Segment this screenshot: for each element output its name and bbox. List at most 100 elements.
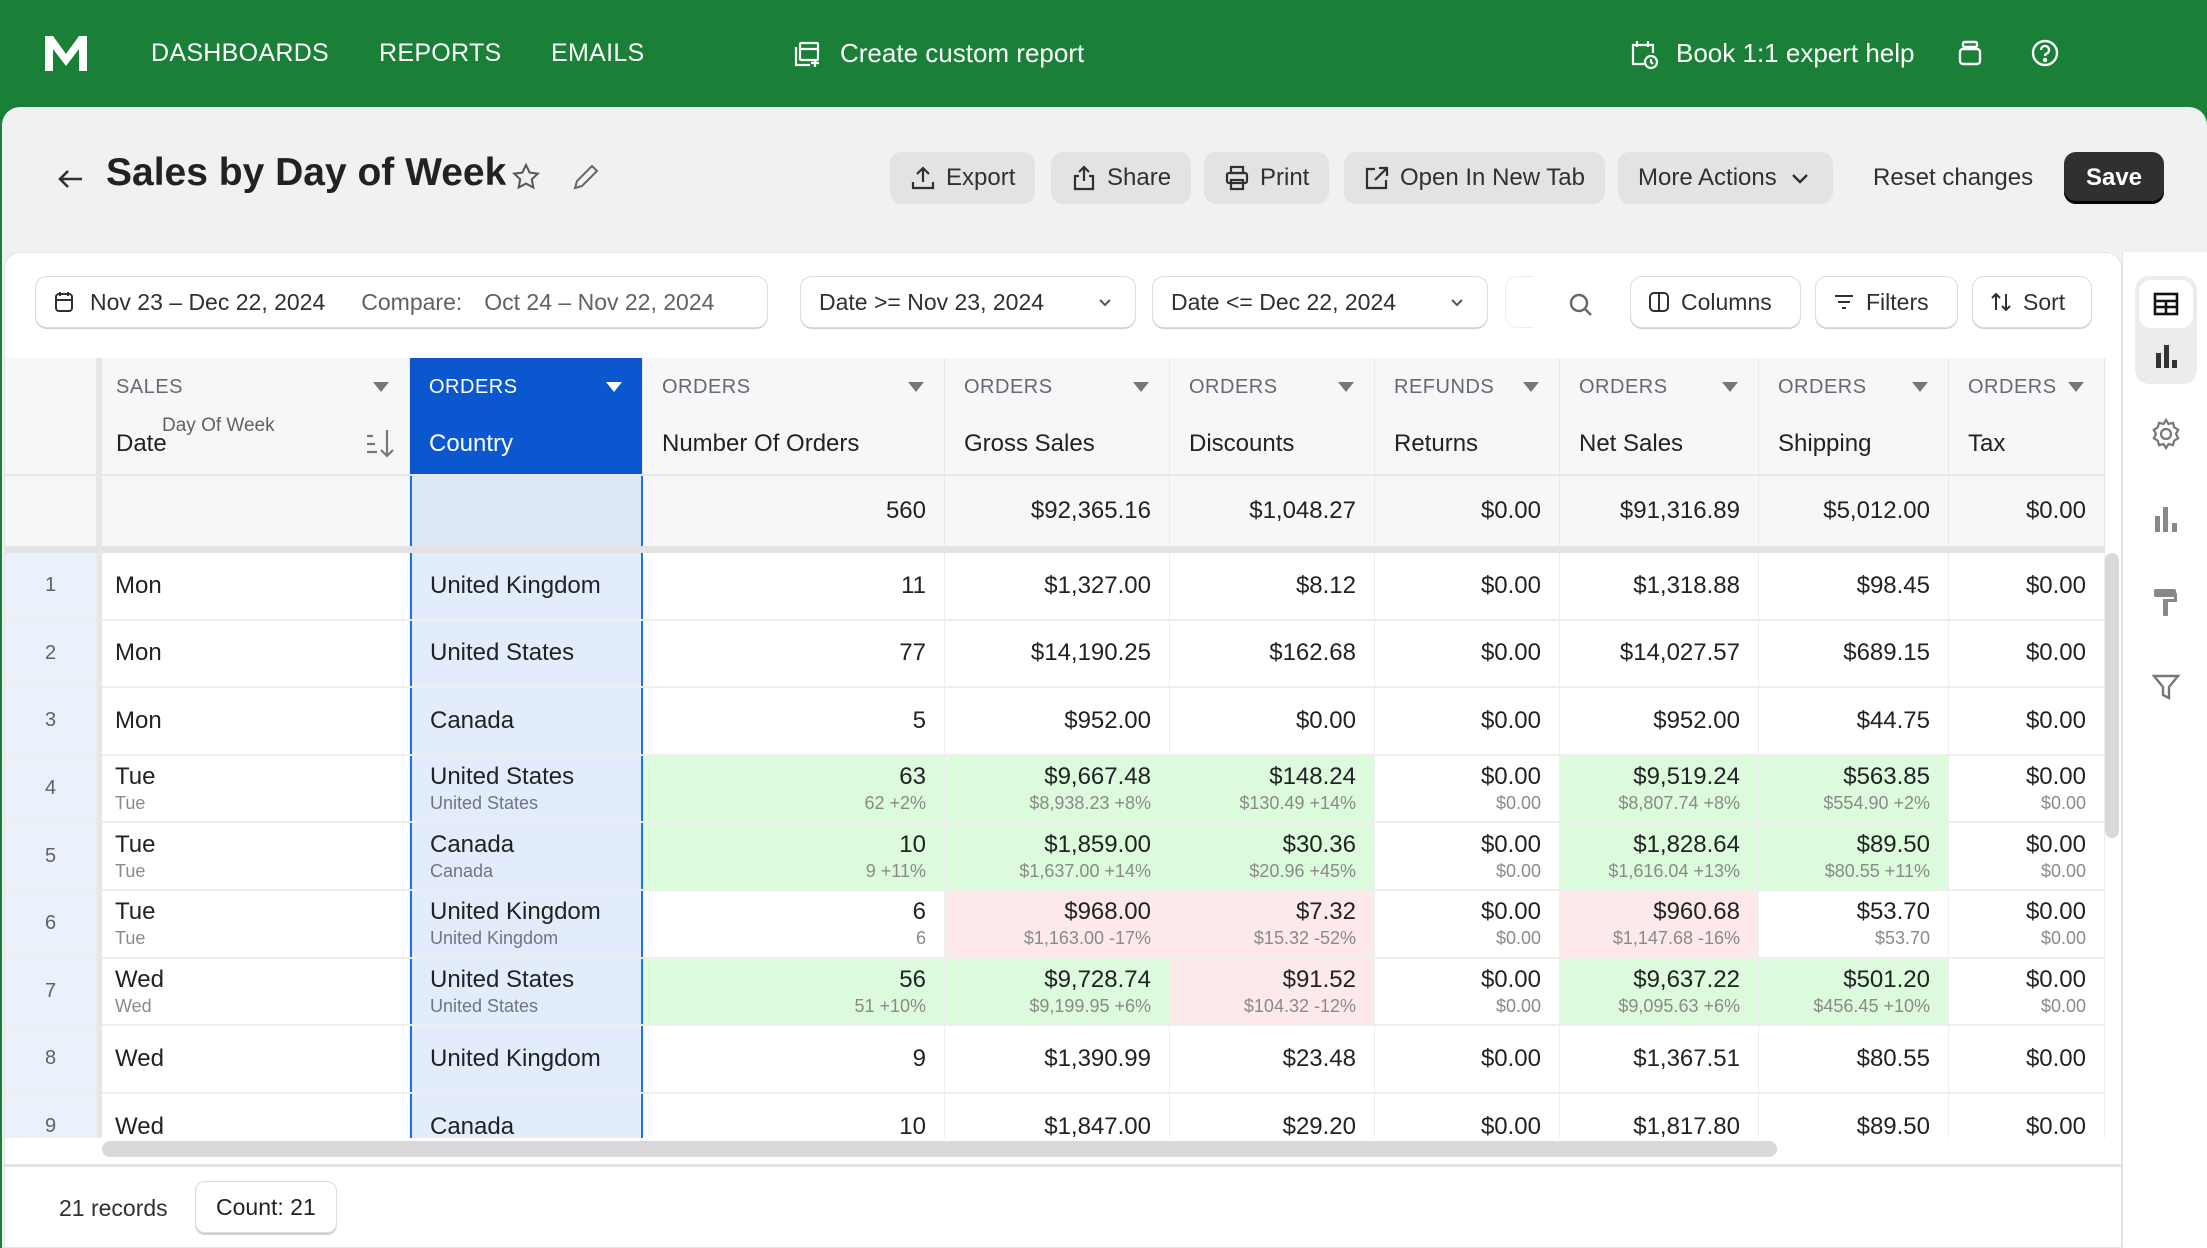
pencil-icon[interactable] (570, 161, 602, 193)
table-cell[interactable]: 11 (643, 553, 945, 619)
table-cell[interactable]: $1,367.51 (1560, 1026, 1759, 1092)
table-cell[interactable]: United States United States (410, 755, 643, 822)
table-cell[interactable]: $1,859.00 $1,637.00 +14% (945, 823, 1170, 889)
table-view-button[interactable] (2139, 280, 2193, 328)
table-cell[interactable]: $0.00 (1949, 553, 2105, 619)
table-cell[interactable]: $0.00 $0.00 (1375, 958, 1560, 1025)
table-cell[interactable]: $0.00 (1949, 688, 2105, 754)
table-cell[interactable]: Mon (97, 688, 410, 754)
table-cell[interactable]: $148.24 $130.49 +14% (1170, 755, 1375, 822)
table-cell[interactable]: Tue Tue (97, 823, 410, 889)
column-header-net-sales[interactable]: ORDERS Net Sales (1560, 358, 1759, 476)
date-from-filter[interactable]: Date >= Nov 23, 2024 (800, 276, 1136, 328)
table-cell[interactable]: $0.00 (1375, 1026, 1560, 1092)
table-cell[interactable]: $1,318.88 (1560, 553, 1759, 619)
table-row[interactable]: 3 Mon Canada 5 $952.00 $0.00 $0.00 $952.00 $44.7… (5, 688, 2105, 756)
table-cell[interactable]: $1,390.99 (945, 1026, 1170, 1092)
export-button[interactable]: Export (890, 152, 1036, 204)
chart-settings-icon[interactable] (2149, 502, 2183, 536)
table-cell[interactable]: Mon (97, 553, 410, 619)
table-cell[interactable]: 77 (643, 620, 945, 687)
date-range-picker[interactable]: Nov 23 – Dec 22, 2024 Compare: Oct 24 – … (35, 276, 768, 328)
column-header-discounts[interactable]: ORDERS Discounts (1170, 358, 1375, 476)
table-cell[interactable]: United Kingdom (410, 1026, 643, 1092)
table-cell[interactable]: $689.15 (1759, 620, 1949, 687)
back-arrow-icon[interactable] (54, 162, 88, 196)
table-row[interactable]: 6 Tue Tue United Kingdom United Kingdom 6 6 $96… (5, 891, 2105, 959)
table-cell[interactable]: United States United States (410, 958, 643, 1025)
reset-changes-button[interactable]: Reset changes (1873, 152, 2033, 204)
open-new-tab-button[interactable]: Open In New Tab (1344, 152, 1606, 204)
table-cell[interactable]: $14,027.57 (1560, 620, 1759, 687)
column-header-returns[interactable]: REFUNDS Returns (1375, 358, 1560, 476)
share-button[interactable]: Share (1051, 152, 1192, 204)
table-cell[interactable]: $29.20 (1170, 1093, 1375, 1138)
column-menu-caret-icon[interactable] (1338, 382, 1354, 392)
table-cell[interactable]: $7.32 $15.32 -52% (1170, 891, 1375, 957)
columns-button[interactable]: Columns (1630, 276, 1801, 328)
column-menu-caret-icon[interactable] (1523, 382, 1539, 392)
table-cell[interactable]: 10 (643, 1093, 945, 1138)
column-menu-caret-icon[interactable] (1133, 382, 1149, 392)
table-cell[interactable]: $44.75 (1759, 688, 1949, 754)
table-cell[interactable]: Wed Wed (97, 958, 410, 1025)
table-cell[interactable]: $960.68 $1,147.68 -16% (1560, 891, 1759, 957)
table-cell[interactable]: $0.00 $0.00 (1949, 958, 2105, 1025)
jar-icon[interactable] (1953, 36, 1987, 70)
table-cell[interactable]: $89.50 (1759, 1093, 1949, 1138)
column-header-date[interactable]: SALES Date Day Of Week (97, 358, 410, 476)
nav-emails[interactable]: EMAILS (551, 0, 645, 107)
column-menu-caret-icon[interactable] (1912, 382, 1928, 392)
table-cell[interactable]: Canada Canada (410, 823, 643, 889)
save-button[interactable]: Save (2064, 152, 2164, 204)
column-header-number-of-orders[interactable]: ORDERS Number Of Orders (643, 358, 945, 476)
table-cell[interactable]: $0.00 $0.00 (1375, 891, 1560, 957)
table-cell[interactable]: $0.00 $0.00 (1949, 755, 2105, 822)
nav-dashboards[interactable]: DASHBOARDS (151, 0, 329, 107)
table-cell[interactable]: Wed (97, 1093, 410, 1138)
table-cell[interactable]: United Kingdom (410, 553, 643, 619)
table-cell[interactable]: $952.00 (945, 688, 1170, 754)
table-cell[interactable]: $0.00 $0.00 (1949, 823, 2105, 889)
table-cell[interactable]: $14,190.25 (945, 620, 1170, 687)
table-cell[interactable]: $1,828.64 $1,616.04 +13% (1560, 823, 1759, 889)
table-cell[interactable]: $0.00 (1375, 620, 1560, 687)
app-logo-icon[interactable] (42, 33, 90, 73)
create-custom-report-button[interactable]: Create custom report (794, 0, 1084, 107)
table-cell[interactable]: Mon (97, 620, 410, 687)
table-cell[interactable]: 63 62 +2% (643, 755, 945, 822)
table-cell[interactable]: $98.45 (1759, 553, 1949, 619)
table-cell[interactable]: $23.48 (1170, 1026, 1375, 1092)
table-cell[interactable]: $0.00 (1375, 1093, 1560, 1138)
table-cell[interactable]: 5 (643, 688, 945, 754)
table-cell[interactable]: 9 (643, 1026, 945, 1092)
paint-roller-icon[interactable] (2149, 585, 2183, 619)
overflow-filter-pill[interactable] (1505, 276, 1533, 328)
table-cell[interactable]: Tue Tue (97, 755, 410, 822)
horizontal-scrollbar[interactable] (102, 1141, 1777, 1157)
table-cell[interactable]: $968.00 $1,163.00 -17% (945, 891, 1170, 957)
table-cell[interactable]: $0.00 (1949, 1093, 2105, 1138)
table-row[interactable]: 1 Mon United Kingdom 11 $1,327.00 $8.12 $0.00 $… (5, 553, 2105, 621)
table-row[interactable]: 2 Mon United States 77 $14,190.25 $162.68 $0.0… (5, 620, 2105, 689)
date-to-filter[interactable]: Date <= Dec 22, 2024 (1152, 276, 1488, 328)
table-cell[interactable]: $0.00 (1949, 1026, 2105, 1092)
table-cell[interactable]: $1,817.80 (1560, 1093, 1759, 1138)
table-cell[interactable]: $563.85 $554.90 +2% (1759, 755, 1949, 822)
table-cell[interactable]: $0.00 (1949, 620, 2105, 687)
column-menu-caret-icon[interactable] (1722, 382, 1738, 392)
column-menu-caret-icon[interactable] (373, 382, 389, 392)
column-header-shipping[interactable]: ORDERS Shipping (1759, 358, 1949, 476)
table-cell[interactable]: Canada (410, 1093, 643, 1138)
table-cell[interactable]: $9,667.48 $8,938.23 +8% (945, 755, 1170, 822)
table-row[interactable]: 7 Wed Wed United States United States 56 51 +1… (5, 958, 2105, 1027)
table-cell[interactable]: $1,327.00 (945, 553, 1170, 619)
funnel-icon[interactable] (2149, 669, 2183, 703)
book-expert-help-button[interactable]: Book 1:1 expert help (1628, 0, 1915, 107)
table-cell[interactable]: 66 (643, 891, 945, 957)
table-cell[interactable]: $30.36 $20.96 +45% (1170, 823, 1375, 889)
table-cell[interactable]: $0.00 (1375, 553, 1560, 619)
table-cell[interactable]: Wed (97, 1026, 410, 1092)
table-cell[interactable]: $1,847.00 (945, 1093, 1170, 1138)
table-cell[interactable]: $0.00 $0.00 (1375, 823, 1560, 889)
